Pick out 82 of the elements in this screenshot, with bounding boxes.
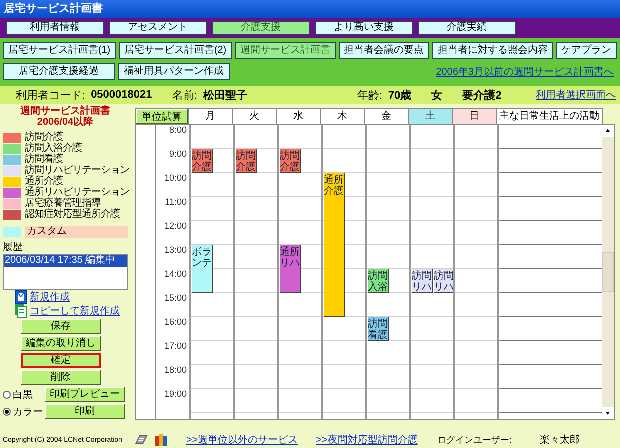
time-label: 13:00 <box>163 245 188 257</box>
day-column[interactable]: 訪問介護 <box>233 125 277 419</box>
sub-tab[interactable]: 福祉用具パターン作成 <box>118 63 230 80</box>
period-label: 2006/04以降 <box>36 117 95 128</box>
schedule-event[interactable]: 訪問介護 <box>192 149 213 173</box>
schedule-event[interactable]: 通所介護 <box>324 173 345 317</box>
day-column[interactable]: 訪問入浴 訪問看護 <box>365 125 409 419</box>
field-label: 利用者コード: <box>16 88 86 102</box>
user-sex: 女 <box>432 88 443 102</box>
time-label: 15:00 <box>163 293 188 305</box>
field-label: 名前: <box>172 88 198 102</box>
day-column[interactable]: 通所介護 <box>321 125 365 419</box>
sub-tab[interactable]: 居宅介護支援経過 <box>3 63 115 80</box>
sub-tab[interactable]: 週間サービス計画書 <box>234 42 336 59</box>
schedule-event[interactable]: ボランテ <box>192 245 213 293</box>
footer-link[interactable]: >>夜間対応型訪問介護 <box>316 433 418 447</box>
legend-label: 通所リハビリテーション <box>25 187 130 198</box>
action-button[interactable]: 保存 <box>21 319 101 334</box>
time-label: 14:00 <box>163 269 188 281</box>
sub-tab[interactable]: 居宅サービス計画書(2) <box>118 42 232 59</box>
user-name: 松田聖子 <box>203 88 248 102</box>
day-column[interactable]: 訪問介護 通所リハ <box>277 125 321 419</box>
time-label: 19:00 <box>163 389 188 401</box>
schedule-event[interactable]: 訪問介護 <box>280 149 301 173</box>
time-label: 16:00 <box>163 317 188 329</box>
column-header: 主な日常生活上の活動 <box>496 109 602 124</box>
nav-tab[interactable]: 介護支援 <box>212 21 310 35</box>
time-label: 11:00 <box>164 197 188 209</box>
time-label: 8:00 <box>168 125 188 137</box>
schedule-event[interactable]: 通所リハ <box>280 245 301 293</box>
legend-label: 居宅療養管理指導 <box>25 198 101 209</box>
history-list[interactable]: 2006/03/14 17:35 編集中 <box>3 254 128 290</box>
history-label: 履歴 <box>3 242 24 254</box>
nav-tab[interactable]: より高い支援 <box>315 21 413 35</box>
print-button[interactable]: 印刷 <box>45 404 125 419</box>
legend-label: 訪問看護 <box>25 154 63 165</box>
sub-tab[interactable]: ケアプラン <box>556 42 617 59</box>
legend-label: 通所介護 <box>25 176 63 187</box>
history-item[interactable]: 2006/03/14 17:35 編集中 <box>4 255 127 267</box>
time-label: 17:00 <box>163 341 188 353</box>
nav-tab[interactable]: 利用者情報 <box>6 21 104 35</box>
legend-label: 訪問入浴介護 <box>25 143 82 154</box>
nav-tab[interactable]: アセスメント <box>109 21 207 35</box>
sidebar-link[interactable]: 新規作成 <box>30 290 70 304</box>
sub-tab[interactable]: 居宅サービス計画書(1) <box>3 42 116 59</box>
calc-button[interactable]: 単位試算 <box>136 109 188 124</box>
legend-label: カスタム <box>25 226 128 238</box>
user-code: 0500018021 <box>91 89 152 101</box>
legend-label: 訪問介護 <box>25 132 63 143</box>
print-button[interactable]: 印刷プレビュー <box>45 387 125 402</box>
action-button[interactable]: 削除 <box>21 370 101 385</box>
field-label: 年齢: <box>357 88 382 102</box>
login-user: 楽々太郎 <box>540 434 580 447</box>
user-select-link[interactable]: 利用者選択画面へ <box>536 88 616 102</box>
action-button[interactable]: 編集の取り消し <box>21 336 101 351</box>
time-label: 18:00 <box>163 365 188 377</box>
time-label: 12:00 <box>163 221 188 233</box>
schedule-event[interactable]: 訪問介護 <box>236 149 257 173</box>
legend-label: 訪問リハビリテーション <box>25 165 130 176</box>
schedule-event[interactable]: 訪問リハ <box>412 269 433 293</box>
user-age: 70歳 <box>388 88 412 102</box>
legend-label: 認知症対応型通所介護 <box>25 209 120 220</box>
day-column[interactable]: 訪問介護 ボランテ <box>189 125 233 419</box>
login-label: ログインユーザー: <box>437 434 512 446</box>
radio-label: カラー <box>13 406 43 418</box>
action-button[interactable]: 確定 <box>21 353 101 368</box>
radio-label: 白黒 <box>13 388 34 402</box>
time-label: 10:00 <box>163 173 188 185</box>
schedule-event[interactable]: 訪問入浴 <box>368 269 389 293</box>
sub-tab[interactable]: 担当者会議の要点 <box>338 42 430 59</box>
old-plan-link[interactable]: 2006年3月以前の週間サービス計画書へ <box>436 64 617 78</box>
footer-link[interactable]: >>週単位以外のサービス <box>186 433 298 447</box>
sidebar-title: 週間サービス計画書 <box>20 106 112 117</box>
schedule-event[interactable]: 訪問看護 <box>368 317 389 341</box>
time-label: 9:00 <box>168 149 188 161</box>
window-title: 居宅サービス計画書 <box>3 2 103 17</box>
day-header: 日 <box>452 109 496 124</box>
sub-tab[interactable]: 担当者に対する照会内容 <box>432 42 554 59</box>
sidebar-link[interactable]: コピーして新規作成 <box>30 304 120 318</box>
care-level: 要介護2 <box>462 88 502 102</box>
day-header: 土 <box>408 109 452 124</box>
nav-tab[interactable]: 介護実績 <box>418 21 516 35</box>
